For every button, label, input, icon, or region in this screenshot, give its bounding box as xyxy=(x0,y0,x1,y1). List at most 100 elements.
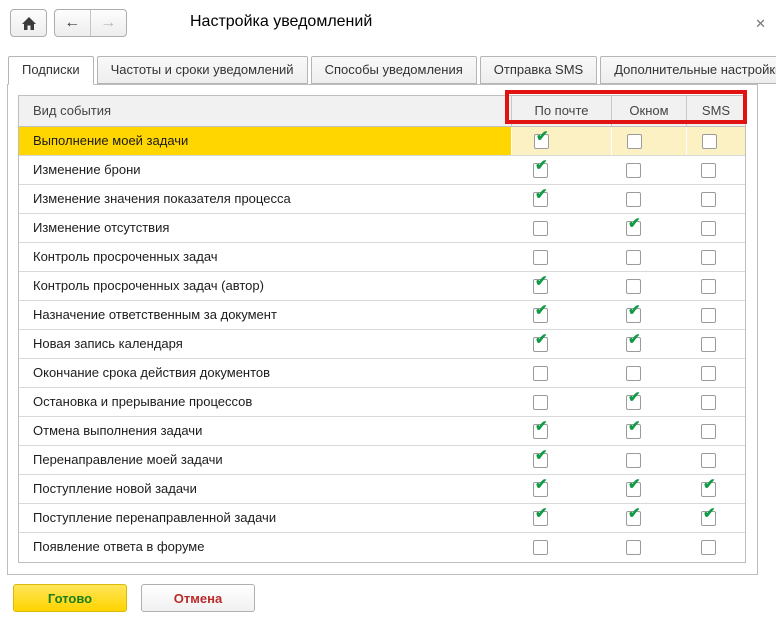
column-header-event-type[interactable]: Вид события xyxy=(19,96,511,126)
table-row[interactable]: Появление ответа в форуме xyxy=(19,533,745,562)
table-row[interactable]: Отмена выполнения задачи ✔ ✔ xyxy=(19,417,745,446)
checkbox-sms-cell xyxy=(686,417,745,445)
checkbox-window[interactable] xyxy=(626,191,641,207)
checkbox-by-mail[interactable] xyxy=(533,540,548,555)
tab-4[interactable]: Дополнительные настройки xyxy=(600,56,776,84)
checkbox-window[interactable] xyxy=(626,365,641,381)
checkbox-sms[interactable] xyxy=(701,423,716,439)
checkbox-window[interactable] xyxy=(626,278,641,294)
check-icon: ✔ xyxy=(628,504,641,522)
check-icon: ✔ xyxy=(628,475,641,493)
checkbox-by-mail[interactable] xyxy=(533,220,548,236)
table-row[interactable]: Выполнение моей задачи ✔ xyxy=(19,127,745,156)
cancel-button[interactable]: Отмена xyxy=(141,584,255,612)
checkbox-by-mail-cell: ✔ xyxy=(511,417,611,445)
check-icon: ✔ xyxy=(535,156,548,174)
checkbox-by-mail[interactable]: ✔ xyxy=(533,448,548,468)
close-icon[interactable]: ✕ xyxy=(755,16,766,32)
table-row[interactable]: Перенаправление моей задачи ✔ xyxy=(19,446,745,475)
checkbox-window[interactable]: ✔ xyxy=(626,477,641,497)
forward-button[interactable]: → xyxy=(91,10,127,36)
table-row[interactable]: Контроль просроченных задач xyxy=(19,243,745,272)
checkbox-sms[interactable] xyxy=(702,133,717,149)
checkbox-window[interactable] xyxy=(626,162,641,178)
checkbox-sms[interactable] xyxy=(701,540,716,555)
checkbox-window[interactable] xyxy=(626,540,641,555)
checkbox-window-cell xyxy=(611,359,686,387)
column-header-window[interactable]: Окном xyxy=(611,96,686,126)
checkbox-sms[interactable] xyxy=(701,336,716,352)
check-icon: ✔ xyxy=(535,301,548,319)
table-row[interactable]: Изменение отсутствия ✔ xyxy=(19,214,745,243)
checkbox-window[interactable]: ✔ xyxy=(626,419,641,439)
checkbox-by-mail[interactable]: ✔ xyxy=(533,303,548,323)
checkbox-window[interactable] xyxy=(626,249,641,265)
checkbox-sms[interactable] xyxy=(701,365,716,381)
checkbox-by-mail[interactable]: ✔ xyxy=(533,187,548,207)
checkbox-window[interactable]: ✔ xyxy=(626,216,641,236)
tab-3[interactable]: Отправка SMS xyxy=(479,56,598,84)
checkbox-window[interactable]: ✔ xyxy=(626,303,641,323)
checkbox-by-mail[interactable]: ✔ xyxy=(533,274,548,294)
checkbox-sms[interactable] xyxy=(701,452,716,468)
table-row[interactable]: Остановка и прерывание процессов ✔ xyxy=(19,388,745,417)
table-row[interactable]: Назначение ответственным за документ ✔ ✔ xyxy=(19,301,745,330)
checkbox-by-mail[interactable] xyxy=(533,365,548,381)
done-button[interactable]: Готово xyxy=(13,584,127,612)
column-header-by-mail[interactable]: По почте xyxy=(511,96,611,126)
checkbox-sms[interactable] xyxy=(701,249,716,265)
tab-1[interactable]: Частоты и сроки уведомлений xyxy=(96,56,308,84)
checkbox-by-mail[interactable]: ✔ xyxy=(533,477,548,497)
checkbox-sms[interactable] xyxy=(701,278,716,294)
check-icon: ✔ xyxy=(628,301,641,319)
check-icon: ✔ xyxy=(535,330,548,348)
checkbox-by-mail[interactable]: ✔ xyxy=(533,419,548,439)
checkbox-window[interactable] xyxy=(626,452,641,468)
checkbox-window[interactable]: ✔ xyxy=(626,390,641,410)
back-button[interactable]: ← xyxy=(55,10,91,36)
table-row[interactable]: Изменение брони ✔ xyxy=(19,156,745,185)
checkbox-by-mail[interactable]: ✔ xyxy=(533,332,548,352)
tab-0[interactable]: Подписки xyxy=(8,56,94,85)
tab-2[interactable]: Способы уведомления xyxy=(310,56,477,84)
history-nav-group: ← → xyxy=(54,9,127,37)
checkbox-by-mail[interactable]: ✔ xyxy=(533,158,548,178)
checkbox-by-mail[interactable]: ✔ xyxy=(534,129,549,149)
checkbox-window[interactable]: ✔ xyxy=(626,506,641,526)
checkbox-window-cell: ✔ xyxy=(611,504,686,532)
event-type-label: Выполнение моей задачи xyxy=(19,127,511,155)
table-row[interactable]: Новая запись календаря ✔ ✔ xyxy=(19,330,745,359)
checkbox-sms[interactable] xyxy=(701,162,716,178)
table-row[interactable]: Изменение значения показателя процесса ✔ xyxy=(19,185,745,214)
table-row[interactable]: Поступление новой задачи ✔ ✔ ✔ xyxy=(19,475,745,504)
checkbox-by-mail-cell xyxy=(511,243,611,271)
table-row[interactable]: Окончание срока действия документов xyxy=(19,359,745,388)
checkbox-by-mail-cell: ✔ xyxy=(511,330,611,358)
checkbox-by-mail[interactable]: ✔ xyxy=(533,506,548,526)
check-icon: ✔ xyxy=(628,214,641,232)
event-type-label: Остановка и прерывание процессов xyxy=(33,394,253,409)
checkbox-by-mail[interactable] xyxy=(533,394,548,410)
checkbox-by-mail[interactable] xyxy=(533,249,548,265)
table-row[interactable]: Контроль просроченных задач (автор) ✔ xyxy=(19,272,745,301)
table-row[interactable]: Поступление перенаправленной задачи ✔ ✔ ✔ xyxy=(19,504,745,533)
event-type-label: Отмена выполнения задачи xyxy=(33,423,203,438)
checkbox-window[interactable] xyxy=(627,133,642,149)
column-header-sms[interactable]: SMS xyxy=(686,96,745,126)
check-icon: ✔ xyxy=(703,504,716,522)
table-body: Выполнение моей задачи ✔ Изменение брони ✔ И… xyxy=(19,127,745,562)
checkbox-sms[interactable]: ✔ xyxy=(701,506,716,526)
check-icon: ✔ xyxy=(535,417,548,435)
checkbox-by-mail-cell: ✔ xyxy=(511,127,611,155)
checkbox-sms[interactable] xyxy=(701,307,716,323)
checkbox-sms[interactable] xyxy=(701,220,716,236)
checkbox-sms[interactable] xyxy=(701,191,716,207)
event-type-label: Контроль просроченных задач (автор) xyxy=(33,278,264,293)
event-type-label: Появление ответа в форуме xyxy=(33,539,205,554)
checkbox-sms-cell xyxy=(686,272,745,300)
home-button[interactable] xyxy=(10,9,47,37)
checkbox-window-cell: ✔ xyxy=(611,388,686,416)
checkbox-sms[interactable]: ✔ xyxy=(701,477,716,497)
checkbox-window[interactable]: ✔ xyxy=(626,332,641,352)
checkbox-sms[interactable] xyxy=(701,394,716,410)
